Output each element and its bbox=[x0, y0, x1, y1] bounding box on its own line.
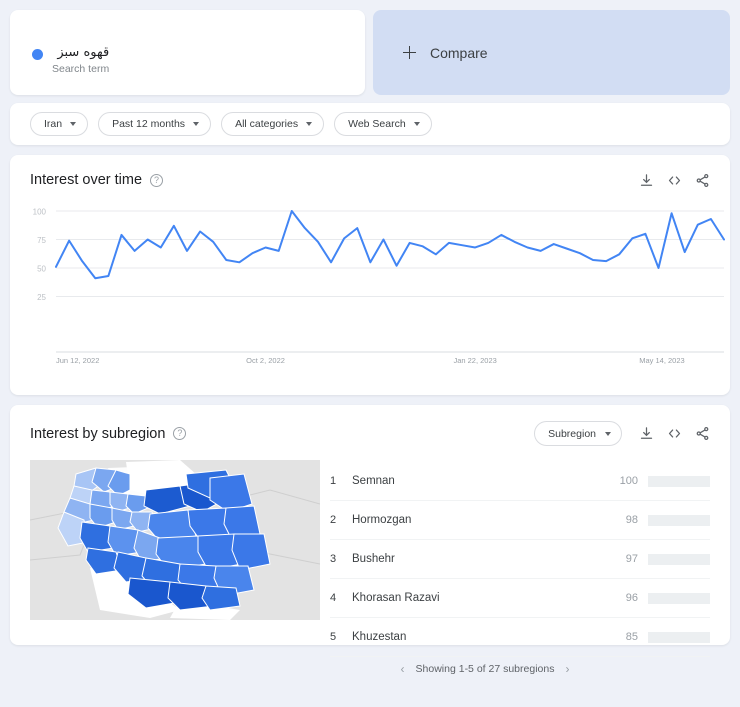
search-terms-row: قهوه سبز Search term Compare bbox=[10, 10, 730, 95]
region-value: 100 bbox=[619, 475, 638, 487]
interest-by-subregion-header: Interest by subregion ? Subregion bbox=[10, 405, 730, 446]
filter-chip-category[interactable]: All categories bbox=[221, 112, 325, 136]
question-mark-icon[interactable]: ? bbox=[173, 427, 187, 440]
interest-by-subregion-title-wrap: Interest by subregion ? bbox=[30, 425, 187, 442]
filter-label-location: Iran bbox=[44, 118, 63, 130]
question-mark-icon[interactable]: ? bbox=[150, 173, 164, 187]
filter-chip-location[interactable]: Iran bbox=[30, 112, 89, 136]
region-value: 98 bbox=[625, 514, 638, 526]
chevron-down-icon bbox=[605, 431, 611, 436]
compare-button[interactable]: Compare bbox=[373, 10, 730, 95]
chevron-down-icon bbox=[193, 122, 200, 126]
search-term-label: قهوه سبز bbox=[57, 45, 110, 60]
svg-text:Jun 12, 2022: Jun 12, 2022 bbox=[56, 356, 99, 365]
iran-choropleth-map[interactable] bbox=[29, 460, 321, 620]
region-bar bbox=[648, 514, 710, 526]
svg-text:Oct 2, 2022: Oct 2, 2022 bbox=[246, 356, 285, 365]
region-rank: 5 bbox=[330, 631, 337, 643]
subregion-title: Interest by subregion bbox=[30, 425, 166, 442]
filter-label-search-type: Web Search bbox=[348, 118, 406, 130]
filter-label-time-range: Past 12 months bbox=[112, 118, 186, 130]
plus-icon bbox=[403, 46, 416, 59]
subregion-body: 1 Semnan 100 2 Hormozgan 98 3 Bushehr 97 bbox=[10, 446, 730, 657]
interest-over-time-actions bbox=[639, 173, 710, 188]
next-page-button[interactable]: › bbox=[565, 662, 569, 676]
chevron-down-icon bbox=[413, 122, 420, 126]
search-term-text: قهوه سبز Search term bbox=[52, 45, 110, 76]
chevron-down-icon bbox=[70, 122, 77, 126]
svg-text:100: 100 bbox=[33, 208, 47, 217]
search-term-card[interactable]: قهوه سبز Search term bbox=[10, 10, 365, 95]
subregion-dropdown-label: Subregion bbox=[548, 427, 596, 440]
filter-label-category: All categories bbox=[235, 118, 299, 130]
region-rank: 1 bbox=[330, 475, 337, 487]
region-value: 96 bbox=[625, 592, 638, 604]
search-term-content: قهوه سبز Search term bbox=[32, 46, 109, 75]
svg-text:25: 25 bbox=[37, 293, 46, 302]
embed-icon[interactable] bbox=[667, 426, 682, 441]
table-row[interactable]: 2 Hormozgan 98 bbox=[330, 501, 710, 540]
svg-text:75: 75 bbox=[37, 236, 46, 245]
page-title: Interest over time bbox=[30, 172, 143, 188]
interest-by-subregion-panel: Interest by subregion ? Subregion 1 Semn… bbox=[10, 405, 730, 676]
subregion-list: 1 Semnan 100 2 Hormozgan 98 3 Bushehr 97 bbox=[330, 460, 710, 657]
region-rank: 3 bbox=[330, 553, 337, 565]
filter-bar: Iran Past 12 months All categories Web S… bbox=[10, 103, 730, 145]
series-color-dot bbox=[32, 49, 43, 60]
compare-label: Compare bbox=[430, 44, 488, 61]
filter-chip-time-range[interactable]: Past 12 months bbox=[98, 112, 212, 136]
region-name: Bushehr bbox=[352, 553, 395, 565]
pagination-status: Showing 1-5 of 27 subregions bbox=[415, 663, 555, 675]
region-name: Semnan bbox=[352, 475, 395, 487]
map-svg bbox=[29, 460, 321, 620]
region-rank: 4 bbox=[330, 592, 337, 604]
svg-text:50: 50 bbox=[37, 265, 46, 274]
subregion-pagination: ‹ Showing 1-5 of 27 subregions › bbox=[10, 662, 730, 676]
trends-page: قهوه سبز Search term Compare Iran Past 1… bbox=[0, 0, 740, 707]
search-term-type: Search term bbox=[52, 63, 110, 75]
interest-over-time-title-wrap: Interest over time ? bbox=[30, 172, 164, 188]
region-name: Hormozgan bbox=[352, 514, 412, 526]
table-row[interactable]: 4 Khorasan Razavi 96 bbox=[330, 579, 710, 618]
prev-page-button[interactable]: ‹ bbox=[401, 662, 405, 676]
interest-over-time-panel: Interest over time ? 25 50 75 100 Jun 12… bbox=[10, 155, 730, 395]
region-bar bbox=[648, 631, 710, 643]
region-value: 97 bbox=[625, 553, 638, 565]
region-bar bbox=[648, 592, 710, 604]
interest-over-time-header: Interest over time ? bbox=[10, 155, 730, 188]
subregion-dropdown[interactable]: Subregion bbox=[534, 421, 622, 446]
chevron-down-icon bbox=[306, 122, 313, 126]
region-name: Khorasan Razavi bbox=[352, 592, 440, 604]
region-name: Khuzestan bbox=[352, 631, 407, 643]
table-row[interactable]: 5 Khuzestan 85 bbox=[330, 618, 710, 657]
download-icon[interactable] bbox=[639, 426, 654, 441]
filter-chip-search-type[interactable]: Web Search bbox=[334, 112, 432, 136]
region-rank: 2 bbox=[330, 514, 337, 526]
timeseries-svg: 25 50 75 100 Jun 12, 2022 Oct 2, 2022 Jan 22, … bbox=[33, 208, 725, 365]
interest-by-subregion-actions: Subregion bbox=[534, 421, 710, 446]
share-icon[interactable] bbox=[695, 173, 710, 188]
svg-text:May 14, 2023: May 14, 2023 bbox=[639, 356, 684, 365]
table-row[interactable]: 3 Bushehr 97 bbox=[330, 540, 710, 579]
share-icon[interactable] bbox=[695, 426, 710, 441]
embed-icon[interactable] bbox=[667, 173, 682, 188]
region-bar bbox=[648, 553, 710, 565]
download-icon[interactable] bbox=[639, 173, 654, 188]
region-bar bbox=[648, 475, 710, 487]
region-value: 85 bbox=[625, 631, 638, 643]
table-row[interactable]: 1 Semnan 100 bbox=[330, 462, 710, 501]
interest-over-time-chart[interactable]: 25 50 75 100 Jun 12, 2022 Oct 2, 2022 Jan 22, … bbox=[10, 197, 740, 395]
svg-text:Jan 22, 2023: Jan 22, 2023 bbox=[453, 356, 496, 365]
